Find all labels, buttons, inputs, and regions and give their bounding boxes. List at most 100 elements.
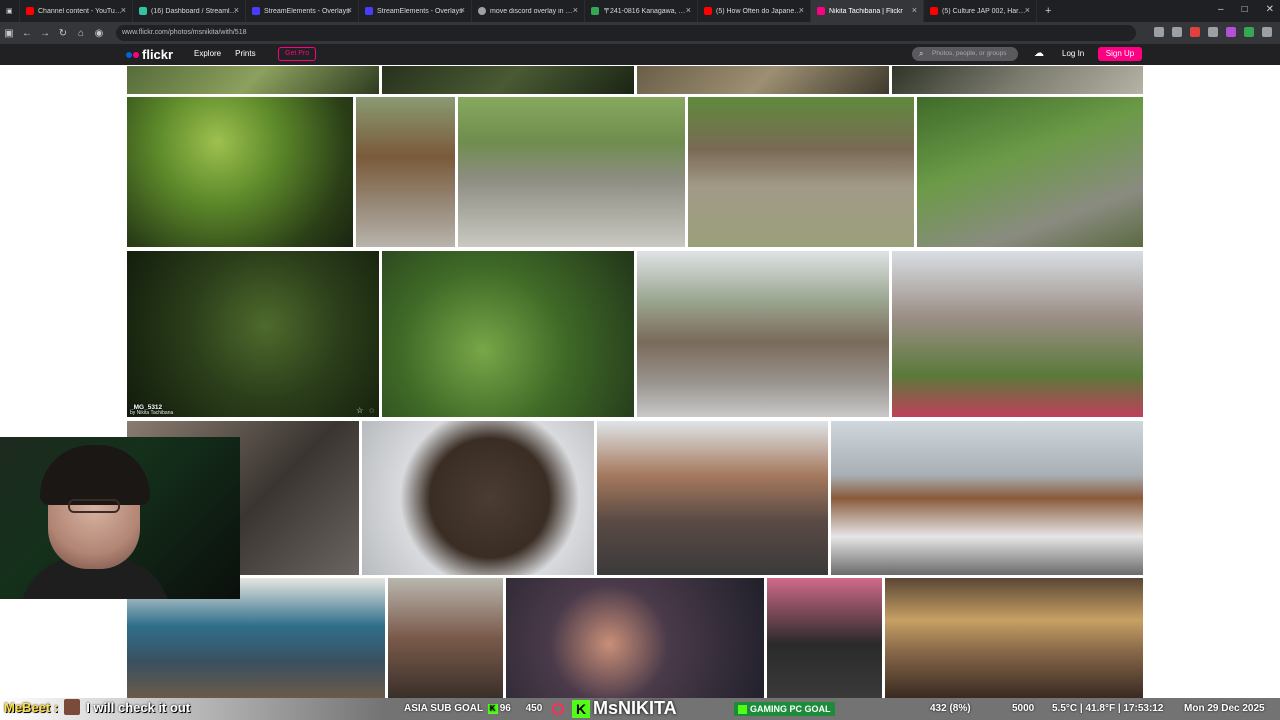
chat-avatar — [64, 699, 81, 715]
webcam-glasses — [68, 499, 120, 513]
browser-tab[interactable]: (16) Dashboard / Streamlabs × — [133, 0, 246, 22]
extension-icon[interactable] — [1226, 27, 1236, 37]
sub-goal-count: 96 — [499, 703, 511, 714]
close-window-button[interactable]: ✕ — [1266, 4, 1274, 15]
signup-button[interactable]: Sign Up — [1098, 47, 1142, 61]
tab-title: StreamElements - Overlays — [377, 7, 463, 15]
close-icon[interactable]: × — [234, 6, 239, 15]
tab-title: Channel content - YouTube Stu — [38, 7, 124, 15]
minimize-button[interactable]: – — [1218, 4, 1224, 15]
browser-tab[interactable]: (5) How Often do Japanese Pe× — [698, 0, 811, 22]
address-toolbar: ▣ ← → ↻ ⌂ ◉ www.flickr.com/photos/msniki… — [0, 22, 1280, 44]
youtube-icon — [26, 7, 34, 15]
site-info-icon[interactable]: ◉ — [90, 28, 108, 39]
chat-message: MeBeet : I will check it out — [4, 699, 190, 715]
photo-tile[interactable] — [127, 97, 353, 247]
photo-tile[interactable] — [382, 251, 634, 417]
photo-tile[interactable] — [388, 578, 503, 698]
sidebar-icon[interactable]: ▣ — [0, 28, 18, 39]
photo-tile[interactable] — [892, 251, 1143, 417]
url-input[interactable]: www.flickr.com/photos/msnikita/with/518 — [116, 25, 1136, 41]
flickr-nav: Explore Prints — [194, 49, 256, 58]
login-link[interactable]: Log In — [1062, 49, 1084, 58]
photo-tile[interactable] — [127, 66, 379, 94]
flickr-header: flickr Explore Prints Get Pro ⌕ Photos, … — [0, 44, 1280, 65]
kick-icon — [738, 705, 747, 715]
tab-title: (5) Culture JAP 002, Harajuku g — [942, 7, 1028, 15]
flickr-logo[interactable]: flickr — [126, 47, 173, 62]
close-icon[interactable]: × — [912, 6, 917, 15]
photo-tile[interactable] — [831, 421, 1143, 575]
tab-title: move discord overlay in gamec — [490, 7, 576, 15]
pc-goal-label: GAMING PC GOAL — [750, 704, 831, 714]
close-icon[interactable]: × — [686, 6, 691, 15]
tab-title: StreamElements - Overlays — [264, 7, 350, 15]
search-input[interactable]: ⌕ Photos, people, or groups — [912, 47, 1018, 61]
comment-icon[interactable]: ◌ — [369, 406, 374, 415]
close-icon[interactable]: × — [799, 6, 804, 15]
photo-tile[interactable]: _MG_5312 by Nikita Tachibana ☆ ◌ — [127, 251, 379, 417]
window-controls: – □ ✕ — [1218, 4, 1274, 15]
weather-time: 5.5°C | 41.8°F | 17:53:12 — [1052, 703, 1164, 714]
streamelements-icon — [252, 7, 260, 15]
browser-tab[interactable]: (5) Culture JAP 002, Harajuku g× — [924, 0, 1037, 22]
close-icon[interactable]: × — [1025, 6, 1030, 15]
chat-username: MeBeet : — [4, 699, 59, 715]
photo-tile[interactable] — [382, 66, 634, 94]
star-icon[interactable]: ☆ — [356, 406, 363, 415]
photo-tile[interactable] — [767, 578, 882, 698]
extension-icon[interactable] — [1244, 27, 1254, 37]
browser-tab-active[interactable]: Nikita Tachibana | Flickr × — [811, 0, 924, 22]
photo-tile[interactable] — [637, 66, 889, 94]
browser-tab[interactable]: move discord overlay in gamec× — [472, 0, 585, 22]
reload-icon[interactable]: ↻ — [54, 28, 72, 39]
home-icon[interactable]: ⌂ — [72, 28, 90, 39]
logo-blue-dot — [126, 51, 132, 58]
nav-explore[interactable]: Explore — [194, 49, 221, 58]
instagram-icon — [552, 703, 564, 715]
menu-icon[interactable] — [1262, 27, 1272, 37]
photo-tile[interactable] — [917, 97, 1143, 247]
photo-tile[interactable] — [506, 578, 764, 698]
photo-tile[interactable] — [362, 421, 594, 575]
nav-prints[interactable]: Prints — [235, 49, 255, 58]
pc-goal-progress: 432 (8%) — [930, 703, 971, 714]
photo-tile[interactable] — [688, 97, 914, 247]
photo-tile[interactable] — [356, 97, 455, 247]
browser-tab-bar: ▣ Channel content - YouTube Stu× (16) Da… — [0, 0, 1280, 22]
browser-tab[interactable]: StreamElements - Overlays × — [246, 0, 359, 22]
photo-tile[interactable] — [458, 97, 685, 247]
browser-tab[interactable]: StreamElements - Overlays × — [359, 0, 472, 22]
tab-title: (16) Dashboard / Streamlabs — [151, 7, 237, 15]
photo-tile[interactable] — [885, 578, 1143, 698]
extension-icon[interactable] — [1154, 27, 1164, 37]
upload-cloud-icon[interactable]: ☁ — [1034, 48, 1044, 59]
tab-title: 〒241-0816 Kanagawa, Yokoha — [603, 8, 689, 15]
get-pro-label: Get Pro — [285, 50, 310, 57]
google-icon — [478, 7, 486, 15]
browser-tab[interactable]: Channel content - YouTube Stu× — [20, 0, 133, 22]
back-icon[interactable]: ← — [18, 28, 36, 39]
get-pro-button[interactable]: Get Pro — [278, 47, 317, 61]
close-icon[interactable]: × — [347, 6, 352, 15]
browser-tab[interactable]: 〒241-0816 Kanagawa, Yokoha× — [585, 0, 698, 22]
photo-tile[interactable] — [892, 66, 1143, 94]
webcam-overlay — [0, 437, 240, 599]
photo-owner[interactable]: by Nikita Tachibana — [130, 410, 173, 416]
search-placeholder: Photos, people, or groups — [932, 50, 1007, 57]
photo-tile[interactable] — [637, 251, 889, 417]
extension-icon[interactable] — [1172, 27, 1182, 37]
photo-tile[interactable] — [597, 421, 828, 575]
sidebar-toggle-icon[interactable]: ▣ — [0, 0, 20, 22]
maximize-button[interactable]: □ — [1242, 4, 1248, 15]
close-icon[interactable]: × — [573, 6, 578, 15]
new-tab-button[interactable]: + — [1045, 5, 1051, 17]
logo-text: flickr — [142, 47, 174, 62]
streamer-name: MsNIKITA — [593, 698, 677, 718]
close-icon[interactable]: × — [460, 6, 465, 15]
extension-icon[interactable] — [1190, 27, 1200, 37]
close-icon[interactable]: × — [121, 6, 126, 15]
flickr-icon — [817, 7, 825, 15]
extension-icon[interactable] — [1208, 27, 1218, 37]
forward-icon[interactable]: → — [36, 28, 54, 39]
